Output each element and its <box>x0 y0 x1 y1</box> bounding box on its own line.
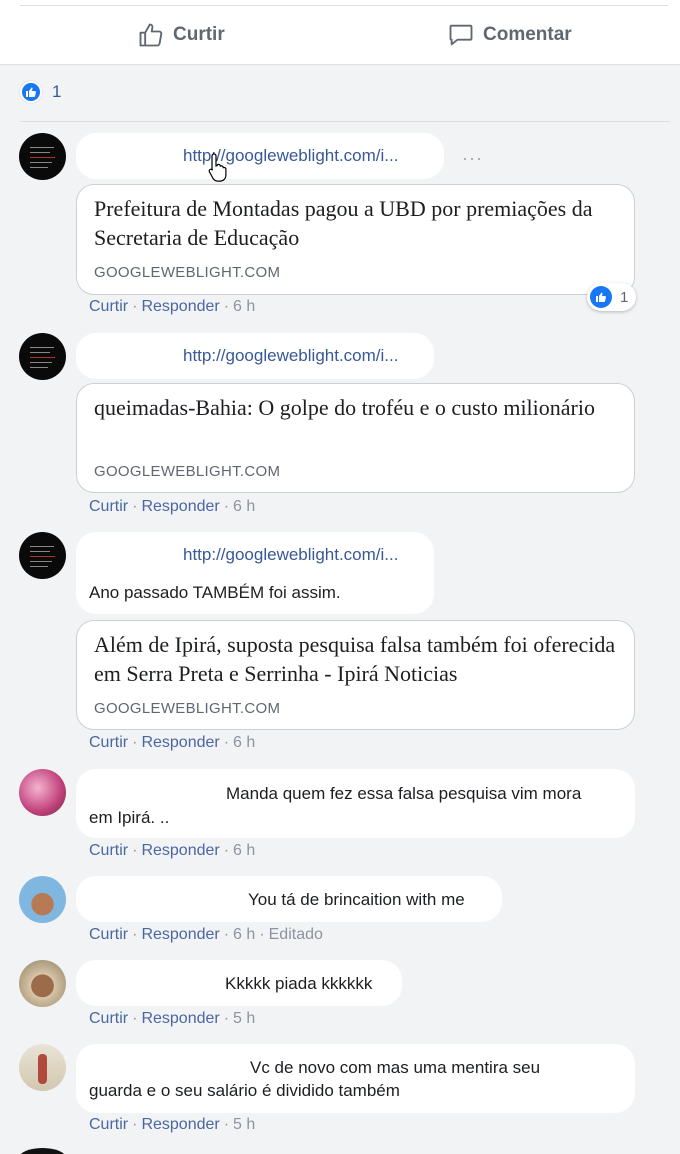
comment-link[interactable]: http://googleweblight.com/i... <box>183 545 398 565</box>
speech-bubble-icon <box>449 24 473 46</box>
comment-text: Ano passado TAMBÉM foi assim. <box>89 583 341 602</box>
comment-time[interactable]: 6 h <box>233 298 255 315</box>
link-domain: GOOGLEWEBLIGHT.COM <box>94 463 281 480</box>
avatar[interactable] <box>19 133 66 180</box>
comment-time[interactable]: 6 h <box>233 734 255 751</box>
avatar[interactable] <box>19 876 66 923</box>
comment-meta: Curtir · Responder · 6 h · Editado <box>89 926 323 943</box>
comment-reply-link[interactable]: Responder <box>141 926 219 943</box>
comment-button[interactable]: Comentar <box>447 20 572 50</box>
comment-like-link[interactable]: Curtir <box>89 498 128 515</box>
link-title: Além de Ipirá, suposta pesquisa falsa ta… <box>94 632 616 686</box>
comment-meta: Curtir · Responder · 6 h <box>89 734 256 751</box>
comment-bubble: http://googleweblight.com/i... Ano passa… <box>76 532 434 614</box>
avatar[interactable] <box>19 769 66 816</box>
link-preview-card[interactable]: Prefeitura de Montadas pagou a UBD por p… <box>76 184 635 295</box>
comment-text: You tá de brincaition with me <box>248 890 465 909</box>
comment-like-link[interactable]: Curtir <box>89 1010 128 1027</box>
avatar[interactable] <box>19 960 66 1007</box>
comment-time[interactable]: 5 h <box>233 1116 255 1133</box>
avatar[interactable] <box>19 333 66 380</box>
link-preview-card[interactable]: Além de Ipirá, suposta pesquisa falsa ta… <box>76 620 635 730</box>
comment-like-link[interactable]: Curtir <box>89 926 128 943</box>
link-title: Prefeitura de Montadas pagou a UBD por p… <box>94 196 593 250</box>
comment-meta: Curtir · Responder · 6 h <box>89 298 256 315</box>
comment-text: Kkkkk piada kkkkkk <box>225 974 373 993</box>
like-reaction-icon <box>590 286 612 308</box>
comment-time[interactable]: 6 h <box>233 842 255 859</box>
comment-time[interactable]: 5 h <box>233 1010 255 1027</box>
hand-cursor-icon <box>208 153 227 182</box>
comment-text-line: Manda quem fez essa falsa pesquisa vim m… <box>226 784 582 803</box>
reactions-summary[interactable]: 1 <box>20 81 61 103</box>
link-title: queimadas-Bahia: O golpe do troféu e o c… <box>94 395 595 420</box>
reaction-count: 1 <box>52 82 62 101</box>
comment-meta: Curtir · Responder · 5 h <box>89 1010 256 1027</box>
comment-reply-link[interactable]: Responder <box>141 1116 219 1133</box>
comment-reaction-badge[interactable]: 1 <box>587 283 637 311</box>
comment-time[interactable]: 6 h <box>233 926 255 943</box>
comment-bubble: http://googleweblight.com/i... <box>76 333 434 379</box>
comment-reply-link[interactable]: Responder <box>141 842 219 859</box>
comment-reply-link[interactable]: Responder <box>141 298 219 315</box>
comment-bubble: You tá de brincaition with me <box>76 876 502 922</box>
like-label: Curtir <box>173 24 225 45</box>
thumbs-up-icon <box>139 23 163 47</box>
comment-reply-link[interactable]: Responder <box>141 1010 219 1027</box>
comment-bubble: Kkkkk piada kkkkkk <box>76 960 402 1006</box>
comment-like-link[interactable]: Curtir <box>89 842 128 859</box>
comment-link[interactable]: http://googleweblight.com/i... <box>183 346 398 366</box>
link-preview-card[interactable]: queimadas-Bahia: O golpe do troféu e o c… <box>76 383 635 493</box>
like-reaction-icon <box>20 81 42 103</box>
link-domain: GOOGLEWEBLIGHT.COM <box>94 264 281 281</box>
comment-like-link[interactable]: Curtir <box>89 1116 128 1133</box>
comment-text-line: Vc de novo com mas uma mentira seu <box>250 1058 541 1077</box>
like-button[interactable]: Curtir <box>137 20 225 50</box>
avatar[interactable] <box>19 1044 66 1091</box>
link-domain: GOOGLEWEBLIGHT.COM <box>94 700 281 717</box>
avatar[interactable] <box>19 532 66 579</box>
comment-text-line: em Ipirá. .. <box>89 808 170 827</box>
comment-bubble: Manda quem fez essa falsa pesquisa vim m… <box>76 769 635 838</box>
avatar[interactable] <box>19 1148 66 1154</box>
comment-meta: Curtir · Responder · 5 h <box>89 1116 256 1133</box>
comment-bubble: http://googleweblight.com/i... <box>76 133 444 179</box>
comment-time[interactable]: 6 h <box>233 498 255 515</box>
more-options-icon[interactable]: ··· <box>462 148 483 169</box>
comment-edited-label[interactable]: Editado <box>269 926 323 943</box>
comment-like-link[interactable]: Curtir <box>89 298 128 315</box>
divider <box>20 5 668 6</box>
comment-bubble: Vc de novo com mas uma mentira seu guard… <box>76 1044 635 1113</box>
comment-text-line: guarda e o seu salário é dividido também <box>89 1081 400 1100</box>
comment-meta: Curtir · Responder · 6 h <box>89 842 256 859</box>
comment-reply-link[interactable]: Responder <box>141 498 219 515</box>
comment-like-link[interactable]: Curtir <box>89 734 128 751</box>
post-action-bar: Curtir Comentar <box>0 0 680 65</box>
divider <box>20 121 670 122</box>
comment-reaction-count: 1 <box>620 288 629 306</box>
comment-reply-link[interactable]: Responder <box>141 734 219 751</box>
comment-meta: Curtir · Responder · 6 h <box>89 498 256 515</box>
comment-label: Comentar <box>483 24 572 45</box>
